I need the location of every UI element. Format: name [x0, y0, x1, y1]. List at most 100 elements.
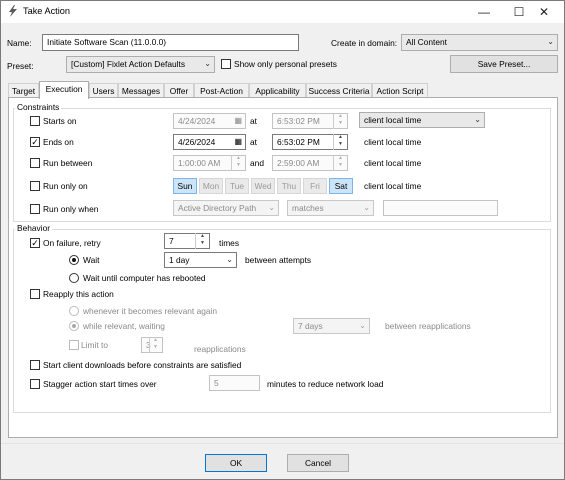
wait-reboot-radio[interactable] — [69, 273, 79, 283]
start-downloads-checkbox[interactable] — [30, 360, 40, 370]
tab-post-action[interactable]: Post-Action — [194, 83, 249, 98]
starts-on-time-spinner[interactable]: ▲ ▼ — [333, 113, 347, 129]
limit-checkbox[interactable] — [69, 340, 79, 350]
limit-label: Limit to — [81, 340, 108, 350]
preset-label: Preset: — [7, 61, 34, 71]
name-input[interactable]: Initiate Software Scan (11.0.0.0) — [42, 34, 299, 51]
tab-action-script[interactable]: Action Script — [372, 83, 428, 98]
wait-radio[interactable] — [69, 255, 79, 265]
run-only-when-checkbox[interactable] — [30, 204, 40, 214]
chevron-down-icon: ⌄ — [547, 37, 554, 46]
title-bar: Take Action — ☐ ✕ — [1, 1, 564, 23]
stagger-suffix-label: minutes to reduce network load — [267, 379, 384, 389]
chevron-down-icon: ⌄ — [359, 321, 366, 330]
domain-value: All Content — [406, 37, 447, 47]
day-mon[interactable]: Mon — [199, 178, 223, 194]
spin-down-icon: ▼ — [338, 141, 343, 147]
tab-messages[interactable]: Messages — [118, 83, 164, 98]
run-only-on-label: Run only on — [43, 181, 88, 191]
tab-applicability[interactable]: Applicability — [249, 83, 306, 98]
wait-interval-value: 1 day — [169, 255, 190, 265]
stagger-minutes-value: 5 — [214, 378, 219, 388]
while-relevant-radio[interactable] — [69, 321, 79, 331]
relevant-again-radio[interactable] — [69, 306, 79, 316]
stagger-checkbox[interactable] — [30, 379, 40, 389]
behavior-title: Behavior — [15, 223, 53, 233]
day-sun[interactable]: Sun — [173, 178, 197, 194]
day-fri[interactable]: Fri — [303, 178, 327, 194]
start-downloads-label: Start client downloads before constraint… — [43, 360, 242, 370]
domain-label: Create in domain: — [331, 38, 398, 48]
footer-divider — [1, 443, 564, 444]
day-sat[interactable]: Sat — [329, 178, 353, 194]
tab-success-criteria[interactable]: Success Criteria — [306, 83, 372, 98]
operator-value: matches — [292, 203, 324, 213]
run-between-from-spinner[interactable]: ▲ ▼ — [231, 155, 245, 171]
calendar-icon[interactable]: ▦ — [234, 136, 242, 148]
property-select[interactable]: Active Directory Path ⌄ — [173, 200, 279, 216]
on-failure-checkbox[interactable]: ✓ — [30, 238, 40, 248]
starts-on-time-value: 6:53:02 PM — [277, 116, 320, 126]
spin-up-icon: ▲ — [236, 155, 241, 161]
wait-interval-select[interactable]: 1 day ⌄ — [164, 252, 237, 268]
chevron-down-icon: ⌄ — [474, 115, 481, 124]
tab-users[interactable]: Users — [89, 83, 118, 98]
between-attempts-label: between attempts — [245, 255, 312, 265]
run-only-on-checkbox[interactable] — [30, 181, 40, 191]
retry-times-label: times — [219, 238, 240, 248]
ok-button[interactable]: OK — [205, 454, 267, 472]
run-only-when-value[interactable] — [383, 200, 498, 216]
between-reapplications-label: between reapplications — [385, 321, 471, 331]
tab-offer[interactable]: Offer — [164, 83, 194, 98]
time-zone-select[interactable]: client local time ⌄ — [359, 112, 485, 128]
on-failure-label: On failure, retry — [43, 238, 101, 248]
chevron-down-icon: ⌄ — [204, 59, 211, 68]
retry-count-value: 7 — [169, 236, 174, 246]
spin-up-icon: ▲ — [153, 337, 158, 343]
ends-on-date[interactable]: 4/26/2024 ▦ — [173, 134, 246, 150]
reapply-interval-value: 7 days — [298, 321, 323, 331]
starts-on-at-label: at — [250, 116, 257, 126]
starts-on-date[interactable]: 4/24/2024 ▦ — [173, 113, 246, 129]
day-tue[interactable]: Tue — [225, 178, 249, 194]
constraints-title: Constraints — [15, 102, 62, 112]
calendar-icon[interactable]: ▦ — [234, 115, 242, 127]
wait-label: Wait — [83, 255, 100, 265]
preset-select[interactable]: [Custom] Fixlet Action Defaults ⌄ — [66, 56, 215, 73]
starts-on-checkbox[interactable] — [30, 116, 40, 126]
run-only-when-label: Run only when — [43, 204, 99, 214]
spin-down-icon: ▼ — [338, 120, 343, 126]
wait-reboot-label: Wait until computer has rebooted — [83, 273, 206, 283]
minimize-button[interactable]: — — [464, 1, 504, 23]
reapply-checkbox[interactable] — [30, 289, 40, 299]
tab-target[interactable]: Target — [8, 83, 39, 98]
spin-up-icon: ▲ — [338, 155, 343, 161]
spin-down-icon: ▼ — [236, 162, 241, 168]
cancel-button[interactable]: Cancel — [287, 454, 349, 472]
limit-spinner[interactable]: ▲ ▼ — [149, 337, 161, 353]
ends-on-checkbox[interactable]: ✓ — [30, 137, 40, 147]
stagger-label: Stagger action start times over — [43, 379, 157, 389]
run-between-checkbox[interactable] — [30, 158, 40, 168]
run-between-zone: client local time — [364, 158, 422, 168]
retry-count-spinner[interactable]: ▲ ▼ — [195, 233, 209, 249]
close-button[interactable]: ✕ — [524, 1, 564, 23]
day-thu[interactable]: Thu — [277, 178, 301, 194]
reapplications-label: reapplications — [194, 344, 246, 354]
run-only-on-zone: client local time — [364, 181, 422, 191]
starts-on-date-value: 4/24/2024 — [178, 116, 216, 126]
ends-on-time-spinner[interactable]: ▲ ▼ — [333, 134, 347, 150]
save-preset-button[interactable]: Save Preset... — [450, 55, 558, 73]
tab-execution[interactable]: Execution — [39, 81, 89, 99]
run-between-from-value: 1:00:00 AM — [178, 158, 221, 168]
time-zone-value: client local time — [364, 115, 422, 125]
domain-select[interactable]: All Content ⌄ — [401, 34, 558, 51]
personal-presets-checkbox[interactable] — [221, 59, 231, 69]
operator-select[interactable]: matches ⌄ — [287, 200, 374, 216]
reapply-interval-select[interactable]: 7 days ⌄ — [293, 318, 370, 334]
spin-up-icon: ▲ — [338, 113, 343, 119]
stagger-minutes-input[interactable]: 5 — [209, 375, 260, 391]
run-between-to-spinner[interactable]: ▲ ▼ — [333, 155, 347, 171]
ends-on-zone: client local time — [364, 137, 422, 147]
day-wed[interactable]: Wed — [251, 178, 275, 194]
